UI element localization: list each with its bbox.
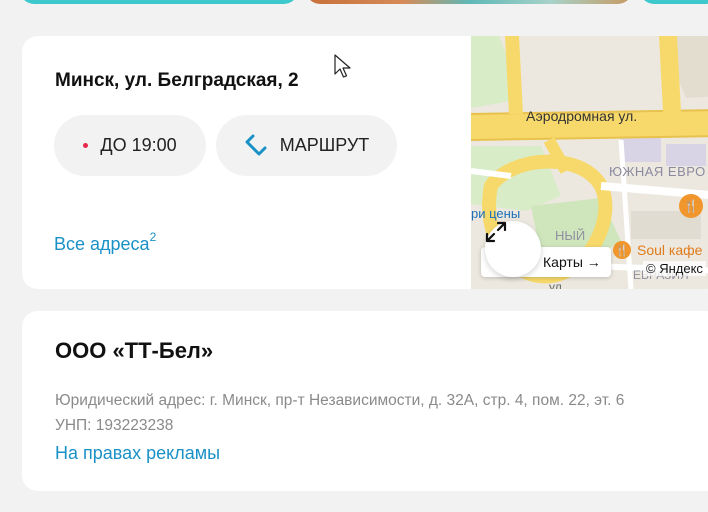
legal-address: Юридический адрес: г. Минск, пр-т Незави… [55, 392, 625, 409]
map-ny-label: НЫЙ [555, 228, 586, 243]
company-card: ООО «ТТ-Бел» Юридический адрес: г. Минск… [22, 311, 708, 491]
expand-map-button[interactable] [485, 221, 541, 277]
map-street-label: Аэродромная ул. [526, 108, 638, 124]
top-card-1[interactable] [20, 0, 298, 4]
map-district-label: ЮЖНАЯ ЕВРО [609, 164, 706, 179]
map-copyright: © Яндекс [643, 261, 706, 276]
all-addresses-link[interactable]: Все адреса2 [54, 230, 157, 255]
map-poi-label: 🍴 Soul кафе [613, 241, 702, 259]
address-title: Минск, ул. Белградская, 2 [55, 70, 299, 91]
hours-button[interactable]: ДО 19:00 [54, 115, 206, 176]
expand-icon [485, 221, 507, 243]
top-card-3[interactable] [640, 0, 708, 4]
map-poi-text: Soul кафе [637, 242, 703, 258]
map-preview[interactable]: Аэродромная ул. ЮЖНАЯ ЕВРО 🍴 ри цены НЫЙ… [471, 36, 708, 289]
map-prices-label: ри цены [471, 206, 521, 221]
route-label: МАРШРУТ [279, 135, 370, 155]
hours-label: ДО 19:00 [100, 135, 177, 155]
cafe-pin-icon: 🍴 [613, 241, 631, 259]
company-name: ООО «ТТ-Бел» [55, 338, 214, 363]
mouse-cursor-icon [334, 54, 351, 78]
route-icon [245, 134, 267, 155]
restaurant-pin-icon: 🍴 [679, 194, 703, 218]
unp-number: УНП: 193223238 [55, 417, 174, 434]
top-card-2[interactable] [306, 0, 632, 4]
all-addresses-count: 2 [149, 230, 157, 244]
open-maps-label: Карты → [543, 254, 601, 270]
map-ul-label: ул. [549, 280, 566, 289]
address-card: Минск, ул. Белградская, 2 ДО 19:00 МАРШР… [22, 36, 708, 289]
all-addresses-label: Все адреса [54, 234, 150, 254]
advertising-link[interactable]: На правах рекламы [55, 443, 220, 464]
top-cards-strip [0, 0, 708, 6]
hours-status-dot [83, 143, 89, 148]
route-button[interactable]: МАРШРУТ [216, 115, 397, 176]
